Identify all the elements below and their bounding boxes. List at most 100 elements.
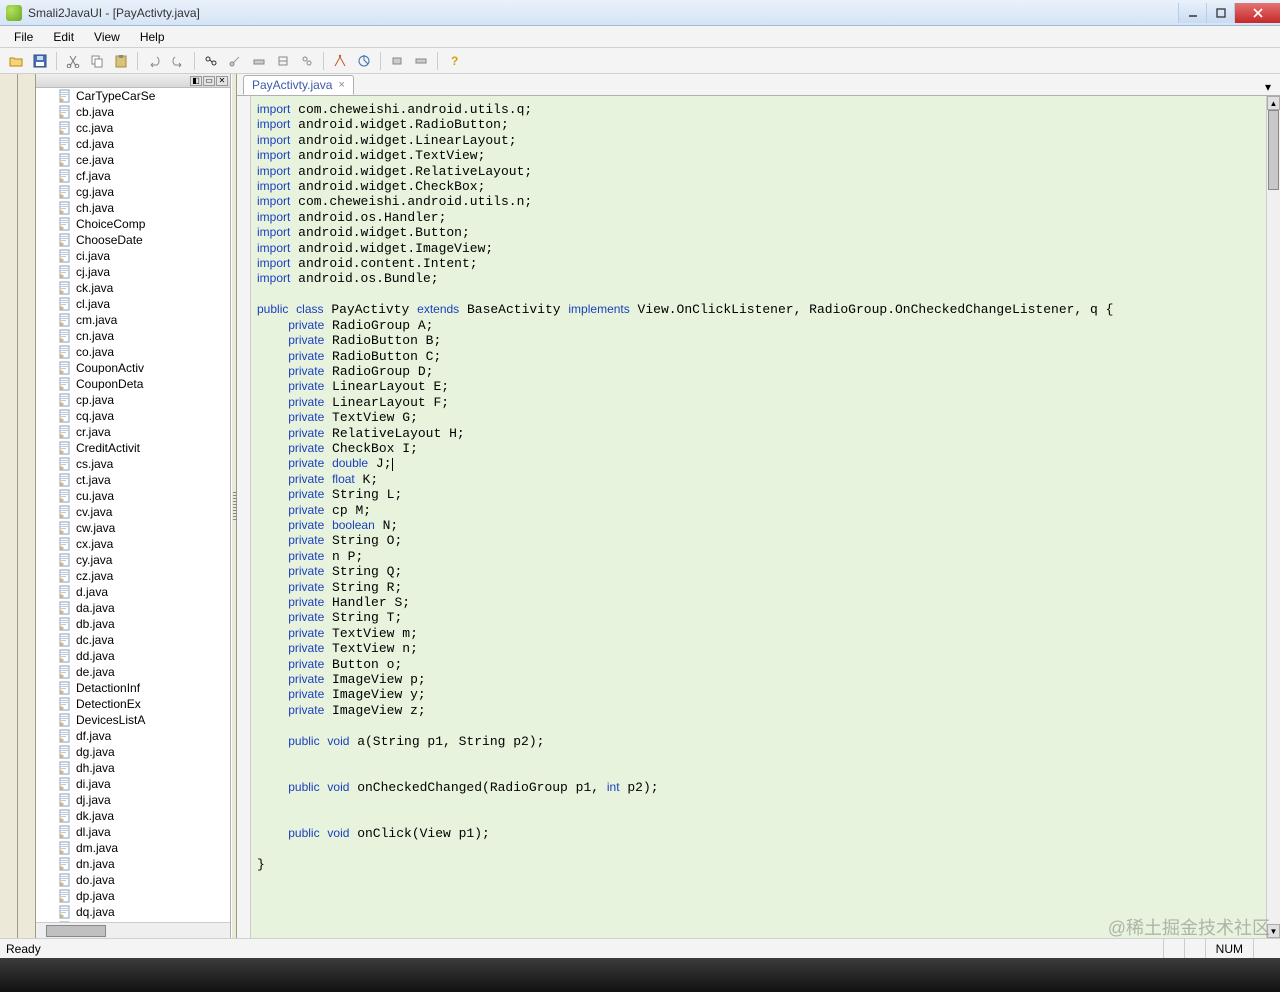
toolbar: ? [0,48,1280,74]
help-button[interactable]: ? [444,51,464,71]
tree-item[interactable]: cb.java [58,104,230,120]
tree-item[interactable]: cm.java [58,312,230,328]
tool-button-5[interactable] [330,51,350,71]
tree-item[interactable]: dh.java [58,760,230,776]
tree-item-label: df.java [76,729,111,743]
menu-help[interactable]: Help [130,28,175,46]
tree-item[interactable]: dj.java [58,792,230,808]
tree-item[interactable]: co.java [58,344,230,360]
tree-item[interactable]: df.java [58,728,230,744]
tree-pin-icon[interactable]: ▭ [203,76,215,86]
tree-item[interactable]: dn.java [58,856,230,872]
tool-button-3[interactable] [273,51,293,71]
tree-item[interactable]: cx.java [58,536,230,552]
tree-item[interactable]: DetectionEx [58,696,230,712]
tool-button-8[interactable] [411,51,431,71]
minimize-button[interactable] [1178,3,1206,23]
tool-button-2[interactable] [249,51,269,71]
editor-tab-active[interactable]: PayActivty.java × [243,75,354,95]
tree-item[interactable]: dg.java [58,744,230,760]
tree-item[interactable]: dd.java [58,648,230,664]
status-empty-1 [1163,939,1184,958]
tab-close-icon[interactable]: × [338,79,344,91]
paste-button[interactable] [111,51,131,71]
tree-item[interactable]: dk.java [58,808,230,824]
tab-label: PayActivty.java [252,78,332,92]
tree-collapse-icon[interactable]: ◧ [190,76,202,86]
tree-close-icon[interactable]: ✕ [216,76,228,86]
code-content[interactable]: import com.cheweishi.android.utils.q; im… [251,96,1266,938]
tree-item[interactable]: cz.java [58,568,230,584]
tree-item[interactable]: ci.java [58,248,230,264]
tree-item[interactable]: dq.java [58,904,230,920]
menu-edit[interactable]: Edit [43,28,84,46]
tree-item[interactable]: CarTypeCarSe [58,88,230,104]
tree-item-label: cu.java [76,489,114,503]
tree-item[interactable]: ChooseDate [58,232,230,248]
editor-area: PayActivty.java × ▾ import com.cheweishi… [237,74,1280,938]
find-button[interactable] [201,51,221,71]
gutter-left-2 [18,74,36,938]
tree-item[interactable]: cp.java [58,392,230,408]
tree-item[interactable]: ce.java [58,152,230,168]
tree-item[interactable]: CouponDeta [58,376,230,392]
tool-button-6[interactable] [354,51,374,71]
undo-button[interactable] [144,51,164,71]
tree-item-label: dd.java [76,649,115,663]
tree-item[interactable]: ch.java [58,200,230,216]
save-button[interactable] [30,51,50,71]
tree-item[interactable]: CouponActiv [58,360,230,376]
tool-button-7[interactable] [387,51,407,71]
tool-button-4[interactable] [297,51,317,71]
tree-item[interactable]: dp.java [58,888,230,904]
tree-horizontal-scrollbar[interactable] [36,922,230,938]
tree-item[interactable]: da.java [58,600,230,616]
tree-item[interactable]: cd.java [58,136,230,152]
tree-item[interactable]: dl.java [58,824,230,840]
tree-item[interactable]: d.java [58,584,230,600]
tree-item[interactable]: DevicesListA [58,712,230,728]
code-vertical-scrollbar[interactable]: ▲ ▼ [1266,96,1280,938]
tree-item[interactable]: do.java [58,872,230,888]
tree-item-label: di.java [76,777,111,791]
tree-item[interactable]: DetactionInf [58,680,230,696]
tree-item[interactable]: ChoiceComp [58,216,230,232]
tree-item[interactable]: ct.java [58,472,230,488]
tree-item[interactable]: cq.java [58,408,230,424]
tree-item[interactable]: cl.java [58,296,230,312]
scroll-up-icon[interactable]: ▲ [1267,96,1280,110]
tree-item[interactable]: cj.java [58,264,230,280]
tree-item[interactable]: dm.java [58,840,230,856]
tree-item[interactable]: cn.java [58,328,230,344]
tree-item[interactable]: cu.java [58,488,230,504]
tree-item[interactable]: cy.java [58,552,230,568]
tree-item[interactable]: cr.java [58,424,230,440]
tree-item[interactable]: CreditActivit [58,440,230,456]
file-tree[interactable]: CarTypeCarSecb.javacc.javacd.javace.java… [36,88,230,922]
copy-button[interactable] [87,51,107,71]
maximize-button[interactable] [1206,3,1234,23]
tree-item[interactable]: cw.java [58,520,230,536]
open-folder-button[interactable] [6,51,26,71]
tabs-dropdown-icon[interactable]: ▾ [1260,79,1276,95]
tree-item-label: dn.java [76,857,115,871]
code-viewport[interactable]: import com.cheweishi.android.utils.q; im… [237,96,1280,938]
tree-item[interactable]: cs.java [58,456,230,472]
tree-item[interactable]: cv.java [58,504,230,520]
redo-button[interactable] [168,51,188,71]
tree-item[interactable]: cc.java [58,120,230,136]
tree-item[interactable]: db.java [58,616,230,632]
tree-item[interactable]: cg.java [58,184,230,200]
menu-view[interactable]: View [84,28,130,46]
tree-item-label: cx.java [76,537,113,551]
tree-item[interactable]: di.java [58,776,230,792]
tree-item[interactable]: de.java [58,664,230,680]
menu-file[interactable]: File [4,28,43,46]
tree-item[interactable]: ck.java [58,280,230,296]
tool-button-1[interactable] [225,51,245,71]
tree-item[interactable]: cf.java [58,168,230,184]
cut-button[interactable] [63,51,83,71]
tree-item[interactable]: dc.java [58,632,230,648]
scroll-down-icon[interactable]: ▼ [1267,924,1280,938]
close-button[interactable] [1234,3,1280,23]
